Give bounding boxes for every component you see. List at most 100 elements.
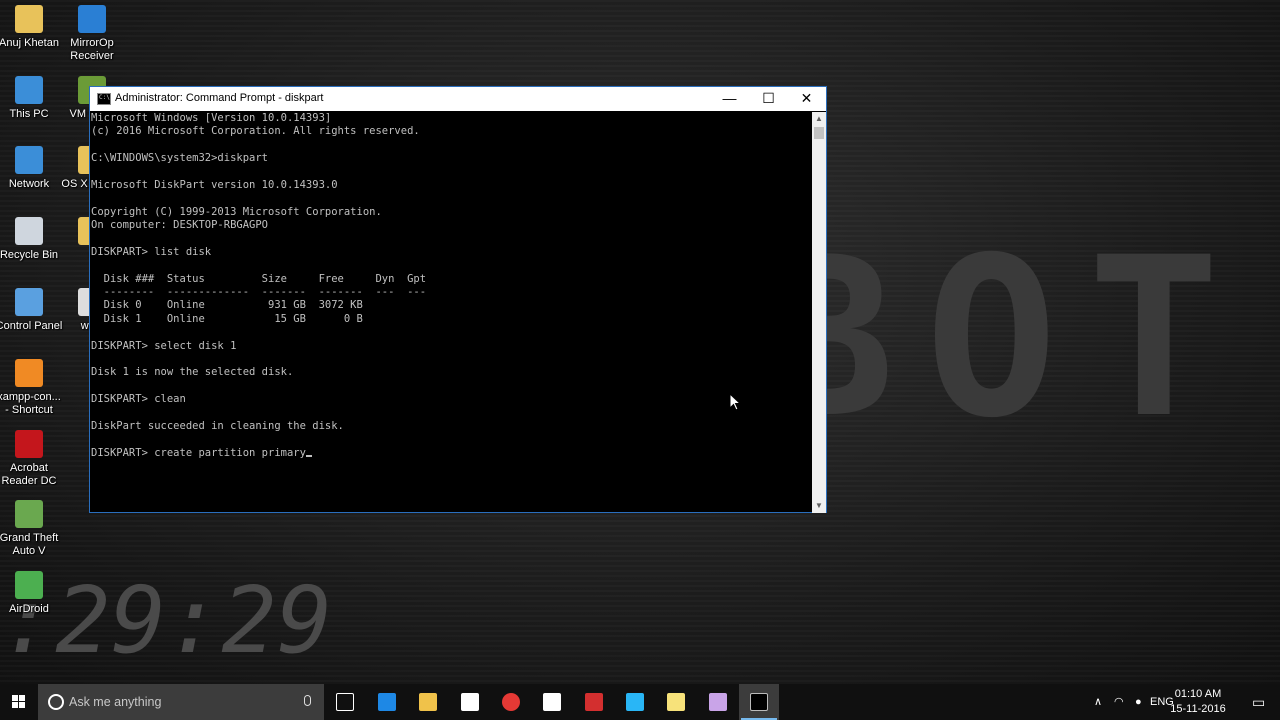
start-button[interactable] [0, 684, 38, 720]
text-cursor [305, 454, 312, 457]
network-icon [15, 146, 43, 174]
computer-icon [15, 76, 43, 104]
taskbar-app-photos[interactable] [698, 684, 738, 720]
clock-time[interactable]: 01:10 AM [1168, 688, 1228, 700]
code-app-icon [626, 693, 644, 711]
clock-date[interactable]: 15-11-2016 [1168, 703, 1228, 715]
taskbar: Ask me anything ∧ ◠ ● ENG 01:10 AM 15-11… [0, 684, 1280, 720]
window-title: Administrator: Command Prompt - diskpart [115, 92, 324, 104]
scroll-down-icon[interactable]: ▼ [812, 499, 826, 513]
wifi-icon[interactable]: ◠ [1114, 684, 1124, 720]
desktop-icon[interactable]: MirrorOp Receiver [57, 2, 127, 66]
windows-logo-icon [12, 695, 26, 709]
action-center-icon[interactable]: ▭ [1252, 684, 1265, 720]
console-line: Disk 0 Online 931 GB 3072 KB [91, 299, 363, 312]
window-titlebar[interactable]: Administrator: Command Prompt - diskpart… [90, 87, 826, 111]
console-line: DISKPART> create partition primary [91, 447, 811, 460]
console-line: Microsoft DiskPart version 10.0.14393.0 [91, 178, 338, 191]
microphone-icon[interactable] [304, 695, 311, 706]
console-line: DISKPART> select disk 1 [91, 339, 237, 352]
console-line: DiskPart succeeded in cleaning the disk. [91, 419, 344, 432]
desktop-icon-label: AirDroid [9, 603, 49, 615]
desktop-icon-label: Acrobat Reader DC [1, 462, 57, 487]
tray-chevron-up-icon[interactable]: ∧ [1094, 684, 1102, 720]
desktop-icon[interactable]: Recycle Bin [0, 214, 64, 278]
command-prompt-icon [750, 693, 768, 711]
desktop-icon-label: Anuj Khetan [0, 37, 59, 49]
document-icon [543, 693, 561, 711]
photos-icon [709, 693, 727, 711]
desktop-icon[interactable]: Network [0, 143, 64, 207]
folder-user-icon [15, 5, 43, 33]
console-line: DISKPART> list disk [91, 245, 212, 258]
console-output[interactable]: Microsoft Windows [Version 10.0.14393] (c… [91, 112, 811, 512]
console-line: (c) 2016 Microsoft Corporation. All righ… [91, 125, 420, 138]
desktop-icon-label: Grand Theft Auto V [0, 532, 59, 557]
desktop-icon[interactable]: This PC [0, 73, 64, 137]
airdroid-icon [15, 571, 43, 599]
desktop-icon-label: Recycle Bin [0, 249, 59, 261]
gta-icon [15, 500, 43, 528]
desktop-icon[interactable]: Acrobat Reader DC [0, 427, 64, 491]
command-prompt-window[interactable]: Administrator: Command Prompt - diskpart… [89, 86, 827, 513]
control-panel-icon [15, 288, 43, 316]
desktop-icon-label: This PC [9, 108, 49, 120]
taskbar-app-chrome[interactable] [491, 684, 531, 720]
system-tray: ∧ ◠ ● ENG 01:10 AM 15-11-2016 ▭ [1080, 684, 1280, 720]
sticky-notes-icon [667, 693, 685, 711]
taskbar-app-store[interactable] [450, 684, 490, 720]
acrobat-icon [15, 430, 43, 458]
desktop-icon-label: xampp-con... - Shortcut [0, 391, 61, 416]
cortana-search-box[interactable]: Ask me anything [38, 684, 324, 720]
volume-icon[interactable]: ● [1135, 684, 1142, 720]
desktop-icon[interactable]: Control Panel [0, 285, 64, 349]
minimize-button[interactable]: — [710, 87, 749, 111]
desktop-icon-label: Network [8, 178, 50, 190]
cmd-app-icon [97, 93, 111, 105]
console-line: C:\WINDOWS\system32>diskpart [91, 152, 269, 165]
maximize-button[interactable]: ☐ [749, 87, 788, 111]
taskbar-app-document[interactable] [532, 684, 572, 720]
desktop-icon[interactable]: xampp-con... - Shortcut [0, 356, 64, 420]
edge-icon [378, 693, 396, 711]
xampp-icon [15, 359, 43, 387]
taskbar-app-code-app[interactable] [615, 684, 655, 720]
taskbar-app-colorful-app[interactable] [574, 684, 614, 720]
scroll-up-icon[interactable]: ▲ [812, 112, 826, 126]
mirrorop-icon [78, 5, 106, 33]
desktop-icon-label: MirrorOp Receiver [70, 37, 114, 62]
desktop-icon[interactable]: AirDroid [0, 568, 64, 632]
mouse-pointer-icon [729, 393, 741, 411]
taskbar-app-command-prompt[interactable] [739, 684, 779, 720]
cortana-icon [48, 694, 64, 710]
taskbar-app-sticky-notes[interactable] [656, 684, 696, 720]
console-line: Copyright (C) 1999-2013 Microsoft Corpor… [91, 205, 382, 218]
taskbar-app-task-view[interactable] [325, 684, 365, 720]
console-line: Disk ### Status Size Free Dyn Gpt [91, 272, 427, 285]
scroll-thumb[interactable] [814, 127, 824, 139]
console-line: On computer: DESKTOP-RBGAGPO [91, 219, 269, 232]
store-icon [461, 693, 479, 711]
console-line: Disk 1 is now the selected disk. [91, 366, 294, 379]
console-line: Microsoft Windows [Version 10.0.14393] [91, 112, 332, 124]
close-button[interactable]: ✕ [787, 87, 826, 111]
taskbar-app-file-explorer[interactable] [408, 684, 448, 720]
desktop-icon[interactable]: Grand Theft Auto V [0, 497, 64, 561]
taskbar-app-edge[interactable] [367, 684, 407, 720]
console-line: DISKPART> clean [91, 393, 186, 406]
vertical-scrollbar[interactable]: ▲ ▼ [812, 112, 826, 513]
desktop: BOT :29:29 Anuj Khetan This PC Network Recy… [0, 0, 1280, 684]
chrome-icon [502, 693, 520, 711]
console-line: Disk 1 Online 15 GB 0 B [91, 312, 363, 325]
desktop-icon[interactable]: Anuj Khetan [0, 2, 64, 66]
colorful-app-icon [585, 693, 603, 711]
